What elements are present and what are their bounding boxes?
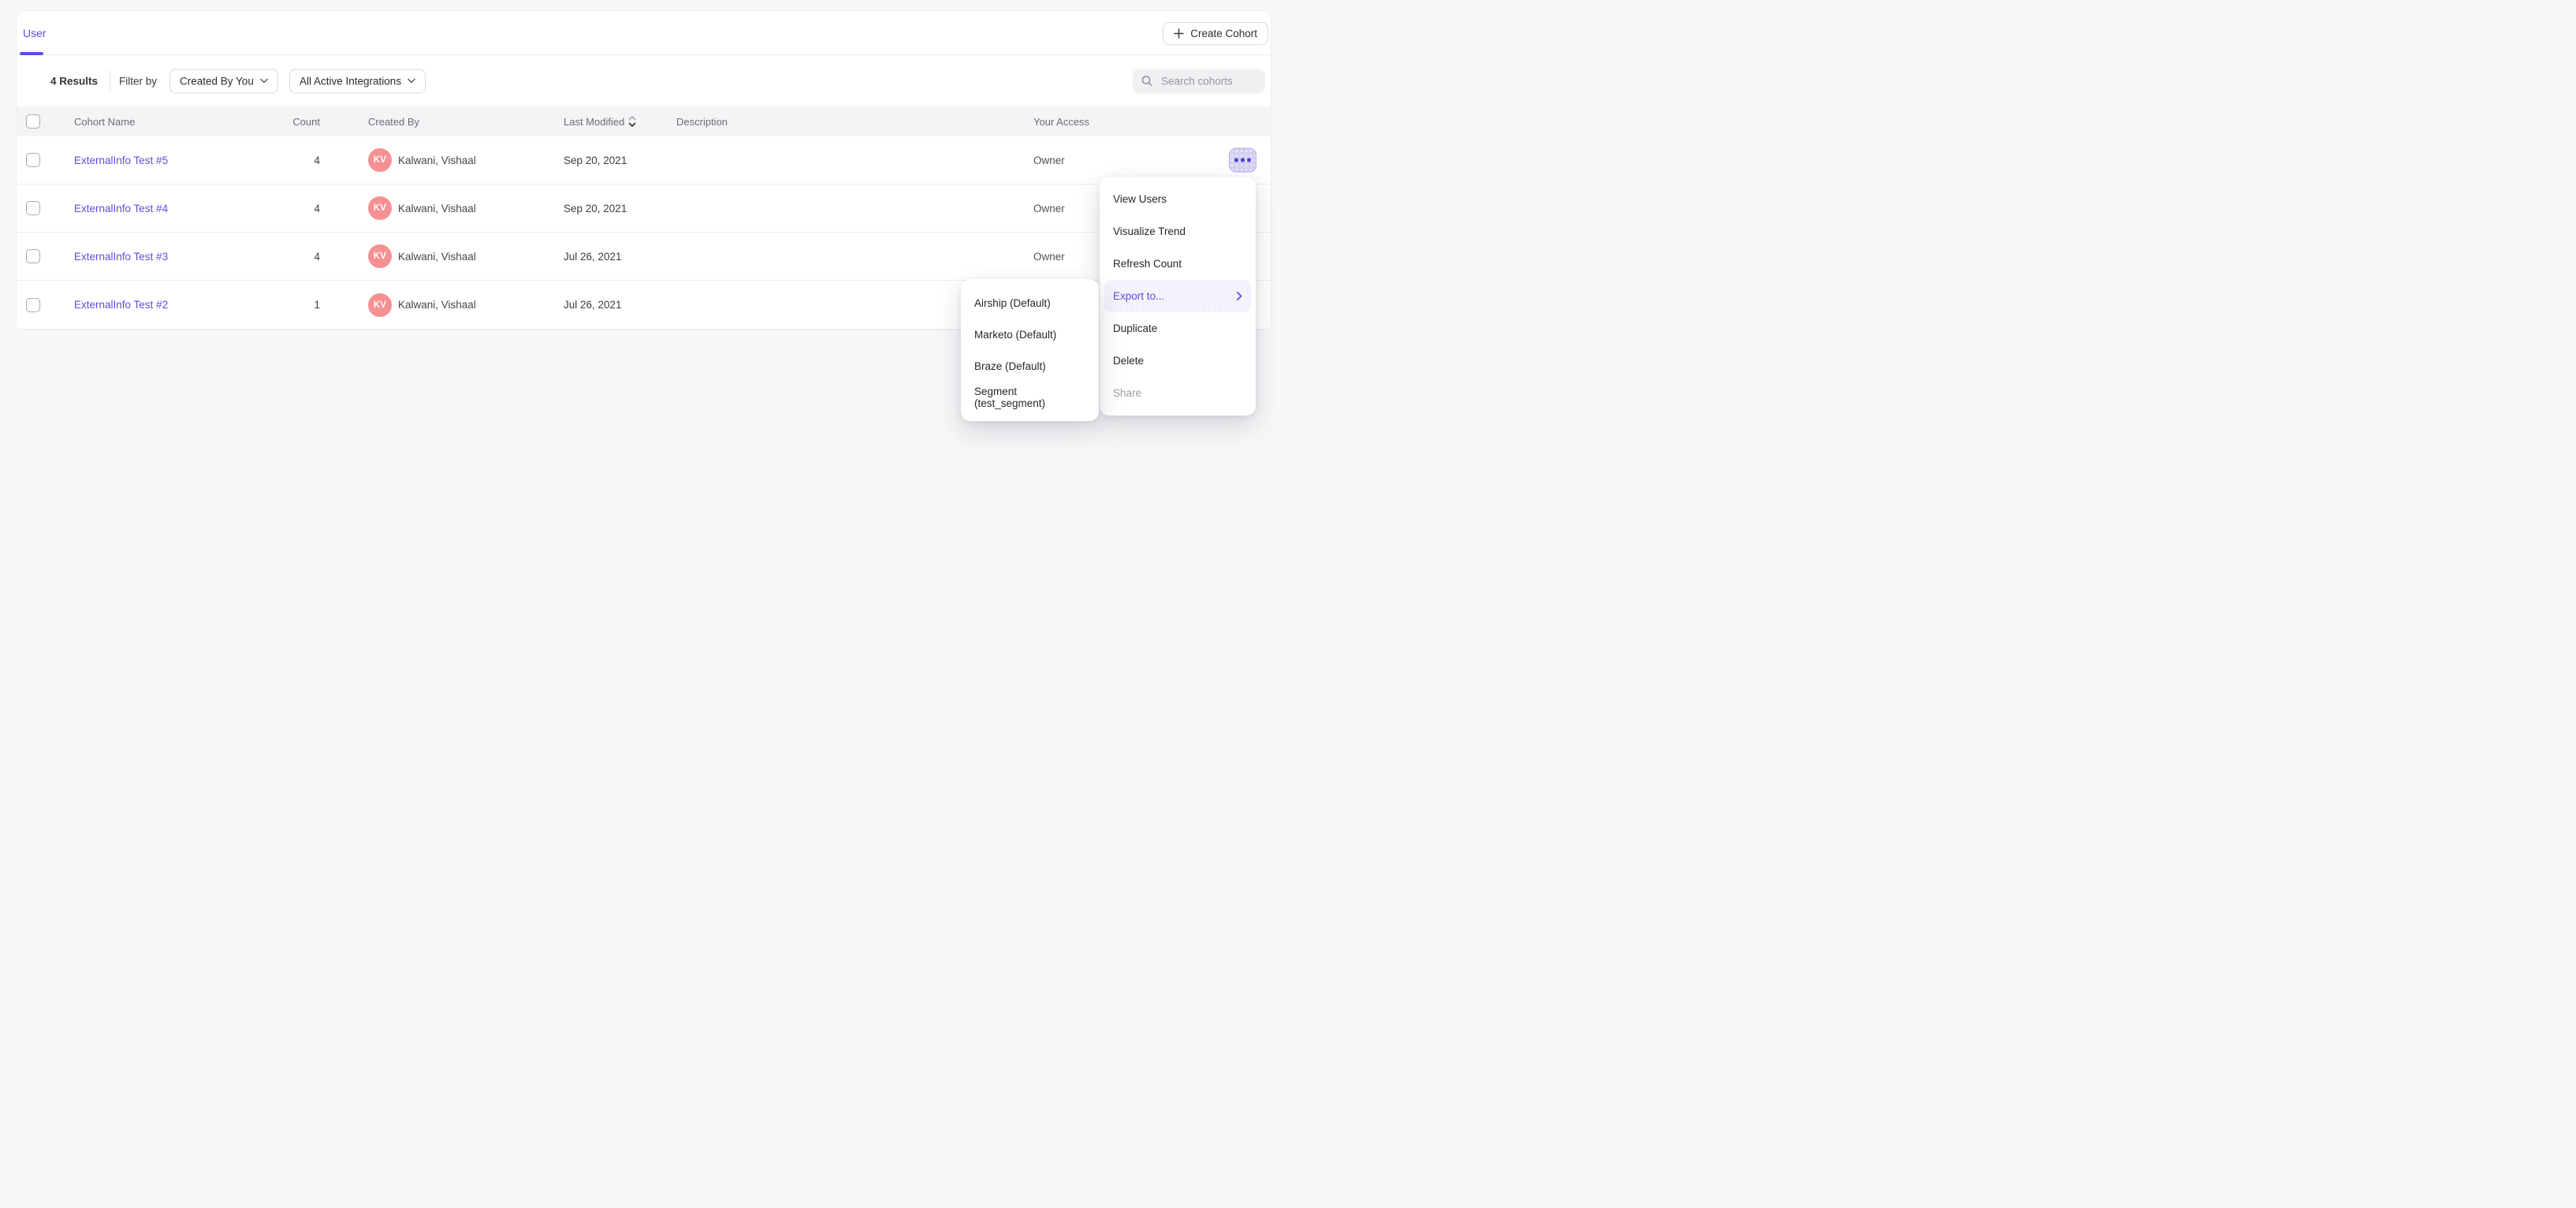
tab-user[interactable]: User bbox=[17, 11, 53, 55]
select-all-checkbox[interactable] bbox=[26, 114, 40, 129]
cohort-name-link[interactable]: ExternalInfo Test #2 bbox=[74, 299, 168, 311]
creator-name: Kalwani, Vishaal bbox=[398, 281, 476, 329]
column-header-description: Description bbox=[676, 106, 728, 136]
menu-item-refresh-count[interactable]: Refresh Count bbox=[1100, 248, 1256, 280]
column-header-cohort-name: Cohort Name bbox=[74, 106, 135, 136]
cohort-name-link[interactable]: ExternalInfo Test #3 bbox=[74, 251, 168, 263]
chevron-down-icon bbox=[408, 79, 415, 84]
last-modified-date: Sep 20, 2021 bbox=[564, 136, 627, 184]
cohort-count: 4 bbox=[253, 185, 320, 232]
last-modified-date: Jul 26, 2021 bbox=[564, 233, 622, 280]
search-icon bbox=[1141, 75, 1153, 88]
access-level: Owner bbox=[1033, 136, 1065, 184]
table-row[interactable]: ExternalInfo Test #5 4 KV Kalwani, Visha… bbox=[17, 136, 1271, 185]
access-level: Owner bbox=[1033, 233, 1065, 280]
row-checkbox[interactable] bbox=[26, 153, 40, 167]
column-header-your-access: Your Access bbox=[1033, 106, 1089, 136]
avatar: KV bbox=[368, 244, 392, 268]
column-header-count: Count bbox=[253, 106, 320, 136]
column-header-created-by: Created By bbox=[368, 106, 419, 136]
last-modified-date: Sep 20, 2021 bbox=[564, 185, 627, 232]
filter-by-label: Filter by bbox=[119, 75, 157, 87]
cohort-name-link[interactable]: ExternalInfo Test #4 bbox=[74, 203, 168, 214]
row-actions-button[interactable] bbox=[1229, 148, 1256, 173]
create-cohort-button[interactable]: Create Cohort bbox=[1163, 22, 1268, 45]
integrations-filter-value: All Active Integrations bbox=[300, 75, 401, 87]
row-checkbox[interactable] bbox=[26, 201, 40, 215]
menu-item-duplicate[interactable]: Duplicate bbox=[1100, 312, 1256, 345]
submenu-item-airship[interactable]: Airship (Default) bbox=[961, 287, 1099, 319]
chevron-down-icon bbox=[260, 79, 268, 84]
avatar: KV bbox=[368, 148, 392, 172]
integrations-filter-dropdown[interactable]: All Active Integrations bbox=[289, 69, 426, 93]
menu-item-delete[interactable]: Delete bbox=[1100, 345, 1256, 377]
submenu-item-marketo[interactable]: Marketo (Default) bbox=[961, 319, 1099, 350]
cohort-count: 1 bbox=[253, 281, 320, 329]
table-header: Cohort Name Count Created By Last Modifi… bbox=[17, 106, 1271, 136]
search-field bbox=[1133, 69, 1265, 93]
plus-icon bbox=[1174, 28, 1184, 39]
table-row[interactable]: ExternalInfo Test #4 4 KV Kalwani, Visha… bbox=[17, 185, 1271, 233]
sort-icon bbox=[628, 115, 636, 128]
menu-item-view-users[interactable]: View Users bbox=[1100, 183, 1256, 215]
search-input[interactable] bbox=[1160, 74, 1257, 88]
avatar: KV bbox=[368, 196, 392, 220]
creator-name: Kalwani, Vishaal bbox=[398, 233, 476, 280]
cohort-count: 4 bbox=[253, 136, 320, 184]
tabs-row: User Create Cohort bbox=[17, 11, 1271, 55]
cohort-count: 4 bbox=[253, 233, 320, 280]
column-header-last-modified[interactable]: Last Modified bbox=[564, 106, 636, 136]
results-count: 4 Results bbox=[50, 75, 98, 87]
row-checkbox[interactable] bbox=[26, 249, 40, 263]
menu-item-share: Share bbox=[1100, 377, 1256, 409]
creator-name: Kalwani, Vishaal bbox=[398, 185, 476, 232]
row-context-menu: View Users Visualize Trend Refresh Count… bbox=[1100, 177, 1256, 416]
last-modified-date: Jul 26, 2021 bbox=[564, 281, 622, 329]
access-level: Owner bbox=[1033, 185, 1065, 232]
submenu-item-braze[interactable]: Braze (Default) bbox=[961, 350, 1099, 382]
tab-user-label: User bbox=[23, 27, 47, 39]
cohort-name-link[interactable]: ExternalInfo Test #5 bbox=[74, 155, 168, 166]
menu-item-export-to[interactable]: Export to... bbox=[1104, 280, 1251, 312]
export-submenu: Airship (Default) Marketo (Default) Braz… bbox=[961, 279, 1099, 421]
chevron-right-icon bbox=[1237, 292, 1242, 300]
table-row[interactable]: ExternalInfo Test #3 4 KV Kalwani, Visha… bbox=[17, 233, 1271, 281]
created-by-filter-dropdown[interactable]: Created By You bbox=[169, 69, 278, 93]
created-by-filter-value: Created By You bbox=[180, 75, 254, 87]
filter-row: 4 Results Filter by Created By You All A… bbox=[17, 55, 1271, 106]
submenu-item-segment[interactable]: Segment (test_segment) bbox=[961, 382, 1099, 413]
row-checkbox[interactable] bbox=[26, 298, 40, 312]
create-cohort-label: Create Cohort bbox=[1190, 28, 1257, 39]
creator-name: Kalwani, Vishaal bbox=[398, 136, 476, 184]
avatar: KV bbox=[368, 293, 392, 317]
menu-item-visualize-trend[interactable]: Visualize Trend bbox=[1100, 215, 1256, 248]
